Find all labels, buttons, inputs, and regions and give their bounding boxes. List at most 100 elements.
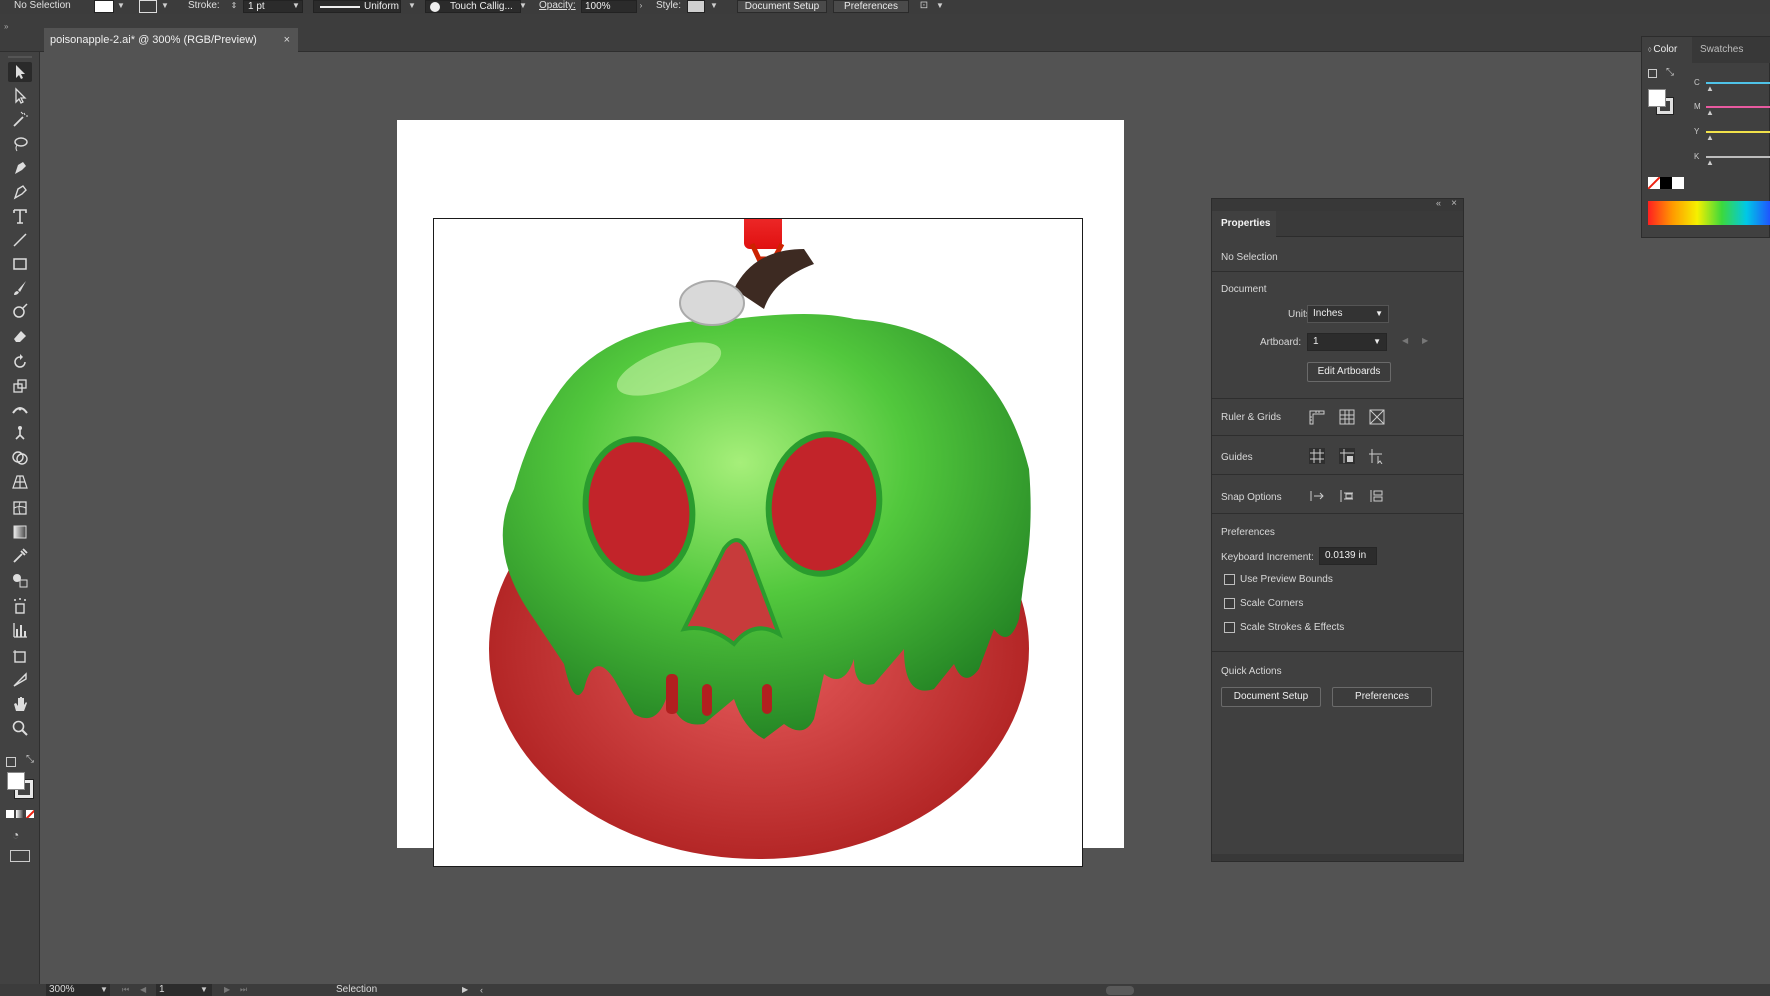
- line-segment-tool-icon[interactable]: [8, 230, 32, 250]
- eyedropper-tool-icon[interactable]: [8, 546, 32, 566]
- tab-color[interactable]: ◊ Color: [1642, 37, 1692, 63]
- shape-builder-tool-icon[interactable]: [8, 448, 32, 468]
- screen-mode-icon[interactable]: [10, 850, 30, 862]
- fill-color-swatch[interactable]: [7, 772, 25, 790]
- chevron-down-icon[interactable]: ▼: [160, 0, 170, 12]
- grid-icon[interactable]: [1338, 409, 1356, 425]
- chevron-down-icon[interactable]: ▼: [116, 0, 126, 12]
- snap-to-pixel-icon[interactable]: [1368, 488, 1386, 504]
- placed-image[interactable]: [433, 218, 1083, 867]
- artboard-select[interactable]: 1 ▼: [1307, 333, 1387, 351]
- show-guides-icon[interactable]: [1308, 448, 1326, 464]
- channel-m-slider[interactable]: [1706, 106, 1770, 108]
- transparency-grid-icon[interactable]: [1368, 409, 1386, 425]
- graphic-style-swatch[interactable]: [687, 0, 705, 13]
- symbol-sprayer-tool-icon[interactable]: [8, 596, 32, 616]
- stepper-icon[interactable]: ⇕: [229, 0, 239, 12]
- stroke-swatch[interactable]: [139, 0, 157, 13]
- chevron-down-icon[interactable]: ▼: [200, 984, 208, 996]
- default-colors-icon[interactable]: [1648, 69, 1657, 78]
- scale-tool-icon[interactable]: [8, 376, 32, 396]
- rectangle-tool-icon[interactable]: [8, 254, 32, 274]
- document-tab[interactable]: poisonapple-2.ai* @ 300% (RGB/Preview) ×: [44, 28, 298, 52]
- chevron-down-icon[interactable]: ▼: [709, 0, 719, 12]
- channel-k-slider[interactable]: [1706, 156, 1770, 158]
- channel-c-slider[interactable]: [1706, 82, 1770, 84]
- next-artboard-icon[interactable]: ▶: [224, 984, 230, 996]
- chevron-down-icon[interactable]: ▼: [100, 984, 108, 996]
- stroke-profile-field[interactable]: Uniform: [313, 0, 401, 13]
- fill-swatch[interactable]: [94, 0, 114, 13]
- mesh-tool-icon[interactable]: [8, 498, 32, 518]
- paintbrush-tool-icon[interactable]: [8, 278, 32, 298]
- status-menu-icon[interactable]: ▶: [462, 984, 468, 996]
- channel-k-thumb[interactable]: ▲: [1706, 158, 1714, 167]
- puppet-warp-tool-icon[interactable]: [8, 424, 32, 444]
- channel-m-thumb[interactable]: ▲: [1706, 108, 1714, 117]
- chevron-down-icon[interactable]: ▼: [291, 0, 301, 12]
- zoom-tool-icon[interactable]: [8, 718, 32, 738]
- opacity-label[interactable]: Opacity:: [539, 0, 576, 12]
- panel-resize-handle[interactable]: [1212, 854, 1463, 861]
- arrange-documents-icon[interactable]: ⊡: [917, 0, 931, 12]
- close-icon[interactable]: ×: [284, 28, 290, 52]
- column-graph-tool-icon[interactable]: [8, 620, 32, 640]
- toolbar-grip[interactable]: [8, 56, 32, 58]
- ruler-icon[interactable]: [1308, 409, 1326, 425]
- panel-header[interactable]: « ×: [1212, 198, 1463, 211]
- previous-artboard-icon[interactable]: ◀: [1402, 336, 1408, 345]
- none-swatch[interactable]: [1648, 177, 1660, 189]
- swap-colors-icon[interactable]: ⤡: [1666, 67, 1674, 78]
- hand-tool-icon[interactable]: [8, 694, 32, 714]
- black-swatch[interactable]: [1660, 177, 1672, 189]
- gradient-mode-icon[interactable]: [16, 810, 24, 818]
- artboard-tool-icon[interactable]: [8, 646, 32, 666]
- opacity-field[interactable]: 100%: [581, 0, 637, 13]
- document-setup-button[interactable]: Document Setup: [737, 0, 827, 13]
- eraser-tool-icon[interactable]: [8, 326, 32, 346]
- close-panel-icon[interactable]: ×: [1451, 198, 1457, 209]
- width-tool-icon[interactable]: [8, 400, 32, 420]
- slice-tool-icon[interactable]: [8, 670, 32, 690]
- preferences-button[interactable]: Preferences: [833, 0, 909, 13]
- scale-corners-checkbox[interactable]: [1224, 598, 1235, 609]
- lasso-tool-icon[interactable]: [8, 134, 32, 154]
- blend-tool-icon[interactable]: [8, 570, 32, 590]
- shaper-tool-icon[interactable]: [8, 302, 32, 322]
- quick-preferences-button[interactable]: Preferences: [1332, 687, 1432, 707]
- quick-document-setup-button[interactable]: Document Setup: [1221, 687, 1321, 707]
- units-dropdown[interactable]: Inches ▼: [1307, 305, 1389, 323]
- channel-y-thumb[interactable]: ▲: [1706, 133, 1714, 142]
- snap-to-point-icon[interactable]: [1308, 488, 1326, 504]
- scroll-left-icon[interactable]: ‹: [480, 984, 483, 996]
- swap-fill-stroke-icon[interactable]: ⤡: [26, 754, 34, 765]
- use-preview-bounds-checkbox[interactable]: [1224, 574, 1235, 585]
- curvature-tool-icon[interactable]: [8, 182, 32, 202]
- chevron-down-icon[interactable]: ▼: [407, 0, 417, 12]
- white-swatch[interactable]: [1672, 177, 1684, 189]
- fill-color-box[interactable]: [1648, 89, 1666, 107]
- none-mode-icon[interactable]: [26, 810, 34, 818]
- channel-y-slider[interactable]: [1706, 131, 1770, 133]
- chevron-down-icon[interactable]: ▼: [518, 0, 528, 12]
- collapse-panel-icon[interactable]: «: [1436, 198, 1441, 208]
- draw-mode-icon[interactable]: ◔: [12, 828, 19, 842]
- tab-properties[interactable]: Properties: [1212, 211, 1276, 237]
- magic-wand-tool-icon[interactable]: [8, 110, 32, 130]
- previous-artboard-icon[interactable]: ◀: [140, 984, 146, 996]
- chevron-down-icon[interactable]: ▼: [935, 0, 945, 12]
- first-artboard-icon[interactable]: ⏮: [122, 984, 129, 996]
- chevron-right-icon[interactable]: ›: [636, 0, 646, 12]
- horizontal-scrollbar-thumb[interactable]: [1106, 986, 1134, 995]
- rotate-tool-icon[interactable]: [8, 352, 32, 372]
- lock-guides-icon[interactable]: [1338, 448, 1356, 464]
- next-artboard-icon[interactable]: ▶: [1422, 336, 1428, 345]
- default-fill-stroke-icon[interactable]: [6, 757, 16, 767]
- color-spectrum[interactable]: [1648, 201, 1770, 225]
- brush-definition-field[interactable]: Touch Callig...: [425, 0, 521, 13]
- scale-strokes-effects-checkbox[interactable]: [1224, 622, 1235, 633]
- last-artboard-icon[interactable]: ⏭: [240, 984, 247, 996]
- color-mode-icon[interactable]: [6, 810, 14, 818]
- selection-tool-icon[interactable]: [8, 62, 32, 82]
- channel-c-thumb[interactable]: ▲: [1706, 84, 1714, 93]
